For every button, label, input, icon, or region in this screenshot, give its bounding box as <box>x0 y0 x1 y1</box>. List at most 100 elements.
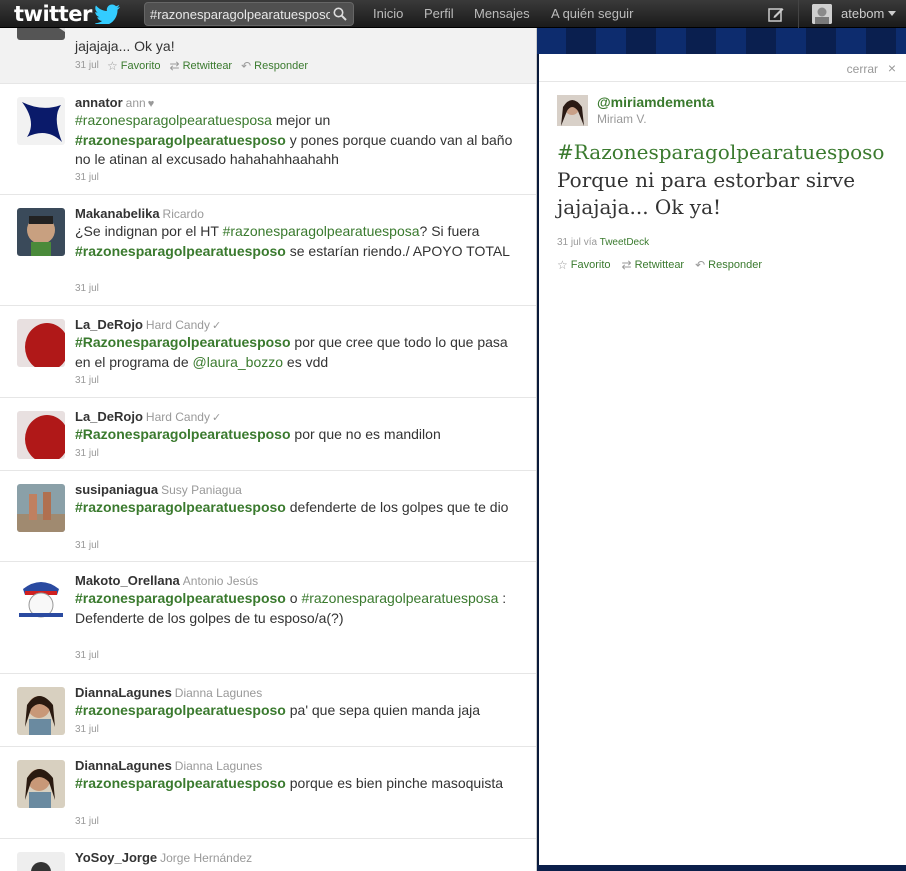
topbar-divider <box>798 0 799 28</box>
tweet-username[interactable]: La_DeRojo <box>75 317 143 332</box>
tweet-text-segment: mejor un <box>271 112 331 128</box>
tweet-header: La_DeRojo Hard Candy ✓ <box>75 317 221 332</box>
tweet-item[interactable]: DiannaLagunes Dianna Lagunes #razonespara… <box>0 674 536 747</box>
avatar[interactable] <box>17 411 65 459</box>
tweet-header: Makanabelika Ricardo <box>75 206 204 221</box>
avatar[interactable] <box>17 319 65 367</box>
tweet-realname: Hard Candy <box>145 318 210 332</box>
tweet-header: Makoto_Orellana Antonio Jesús <box>75 573 258 588</box>
tweet-username[interactable]: YoSoy_Jorge <box>75 850 157 865</box>
tweet-date[interactable]: 31 jul <box>75 283 99 294</box>
close-link[interactable]: cerrar <box>847 62 878 76</box>
retweet-button[interactable]: ⇄ Retwittear <box>170 59 233 73</box>
avatar[interactable] <box>17 97 65 145</box>
mention-link[interactable]: @laura_bozzo <box>193 354 284 370</box>
tweet-date[interactable]: 31 jul <box>75 375 99 386</box>
tweet-text-segment: se estarían riendo./ APOYO TOTAL <box>285 242 510 259</box>
reply-button[interactable]: ↶ Responder <box>695 258 762 272</box>
hashtag-link[interactable]: #razonesparagolpearatuesposa <box>75 112 272 128</box>
tweet-username[interactable]: annator <box>75 95 123 110</box>
nav-who-to-follow[interactable]: A quién seguir <box>551 0 633 28</box>
tweet-item[interactable]: YoSoy_Jorge Jorge Hernández <box>0 839 536 871</box>
tweet-username[interactable]: La_DeRojo <box>75 409 143 424</box>
detail-date[interactable]: 31 jul <box>557 237 581 248</box>
hashtag-link[interactable]: #razonesparagolpearatuesposo <box>75 775 286 791</box>
heart-icon: ♥ <box>147 98 155 110</box>
nav-home[interactable]: Inicio <box>373 0 403 28</box>
tweet-username[interactable]: DiannaLagunes <box>75 758 172 773</box>
tweet-detail-pane: cerrar × @miriamdementa Miriam V. #Razon… <box>539 54 906 865</box>
reply-icon: ↶ <box>241 59 252 73</box>
detail-actions: ☆ Favorito ⇄ Retwittear ↶ Responder <box>557 258 762 272</box>
nav-profile[interactable]: Perfil <box>424 0 454 28</box>
hashtag-link[interactable]: #razonesparagolpearatuesposo <box>75 702 286 718</box>
reply-button[interactable]: ↶ Responder <box>241 59 308 73</box>
tweet-date[interactable]: 31 jul <box>75 650 99 661</box>
hashtag-link[interactable]: #razonesparagolpearatuesposa <box>223 223 420 239</box>
tweet-date[interactable]: 31 jul <box>75 172 99 183</box>
avatar[interactable] <box>17 687 65 735</box>
star-icon: ☆ <box>557 258 568 272</box>
user-name[interactable]: atebom <box>841 0 884 28</box>
tweet-date[interactable]: 31 jul <box>75 540 99 551</box>
search-icon[interactable] <box>333 7 347 21</box>
tweet-item[interactable]: DiannaLagunes Dianna Lagunes #razonespara… <box>0 747 536 839</box>
tweet-realname: Ricardo <box>162 207 204 221</box>
close-icon[interactable]: × <box>888 60 896 76</box>
nav-messages[interactable]: Mensajes <box>474 0 530 28</box>
tweet-realname: Dianna Lagunes <box>174 759 263 773</box>
twitter-logo[interactable]: twitter <box>14 2 121 26</box>
tweet-username[interactable]: susipaniagua <box>75 482 158 497</box>
timeline[interactable]: jajajaja... Ok ya! 31 jul ☆ Favorito ⇄ Ret… <box>0 28 537 871</box>
avatar[interactable] <box>17 208 65 256</box>
compose-icon[interactable] <box>768 6 784 22</box>
tweet-username[interactable]: Makoto_Orellana <box>75 573 180 588</box>
tweet-date[interactable]: 31 jul <box>75 60 99 71</box>
user-avatar[interactable] <box>812 4 832 24</box>
tweet-date[interactable]: 31 jul <box>75 724 99 735</box>
tweet-item[interactable]: La_DeRojo Hard Candy ✓ #Razonesparagolpear… <box>0 306 536 398</box>
avatar[interactable] <box>17 852 65 871</box>
detail-avatar[interactable] <box>557 95 588 126</box>
avatar[interactable] <box>17 760 65 808</box>
detail-username[interactable]: @miriamdementa <box>597 94 714 110</box>
avatar[interactable] <box>17 28 65 40</box>
avatar[interactable] <box>17 575 65 623</box>
reply-label: Responder <box>254 60 308 72</box>
avatar[interactable] <box>17 484 65 532</box>
tweet-item[interactable]: annator ann ♥ #razonesparagolpearatuesposa… <box>0 84 536 195</box>
tweet-item[interactable]: La_DeRojo Hard Candy ✓ #Razonesparagolpear… <box>0 398 536 471</box>
detail-realname: Miriam V. <box>597 112 647 126</box>
tweet-text: #razonesparagolpearatuesposo defenderte … <box>75 498 515 518</box>
tweet-username[interactable]: DiannaLagunes <box>75 685 172 700</box>
search-input[interactable] <box>150 6 330 23</box>
detail-hashtag[interactable]: #Razonesparagolpearatuesposo <box>557 140 884 164</box>
hashtag-link[interactable]: #razonesparagolpearatuesposa <box>301 590 498 606</box>
hashtag-link[interactable]: #razonesparagolpearatuesposo <box>75 243 286 259</box>
hashtag-link[interactable]: #Razonesparagolpearatuesposo <box>75 334 291 350</box>
retweet-icon: ⇄ <box>169 59 180 73</box>
tweet-date[interactable]: 31 jul <box>75 448 99 459</box>
hashtag-link[interactable]: #razonesparagolpearatuesposo <box>75 132 286 148</box>
detail-via-link[interactable]: TweetDeck <box>600 237 649 248</box>
tweet-item[interactable]: jajajaja... Ok ya! 31 jul ☆ Favorito ⇄ Ret… <box>0 28 536 84</box>
favorite-button[interactable]: ☆ Favorito <box>557 258 611 272</box>
hashtag-link[interactable]: #razonesparagolpearatuesposo <box>75 499 286 515</box>
tweet-text: #razonesparagolpearatuesposa mejor un #r… <box>75 111 515 170</box>
tweet-date[interactable]: 31 jul <box>75 816 99 827</box>
hashtag-link[interactable]: #Razonesparagolpearatuesposo <box>75 426 291 442</box>
caret-down-icon[interactable] <box>888 11 896 16</box>
tweet-item[interactable]: Makanabelika Ricardo ¿Se indignan por el … <box>0 195 536 306</box>
tweet-item[interactable]: Makoto_Orellana Antonio Jesús #razonespar… <box>0 562 536 674</box>
retweet-button[interactable]: ⇄ Retwittear <box>622 258 685 272</box>
tweet-text: #Razonesparagolpearatuesposo por que cre… <box>75 333 515 372</box>
reply-label: Responder <box>708 259 762 271</box>
tweet-text: #razonesparagolpearatuesposo o #razonesp… <box>75 589 515 628</box>
detail-meta: 31 jul vía TweetDeck <box>557 237 649 248</box>
search-box[interactable] <box>144 2 354 26</box>
tweet-username[interactable]: Makanabelika <box>75 206 160 221</box>
tweet-text: jajajaja... Ok ya! <box>75 38 175 54</box>
hashtag-link[interactable]: #razonesparagolpearatuesposo <box>75 590 286 606</box>
favorite-button[interactable]: ☆ Favorito <box>107 59 161 73</box>
tweet-item[interactable]: susipaniagua Susy Paniagua #razonesparago… <box>0 471 536 562</box>
